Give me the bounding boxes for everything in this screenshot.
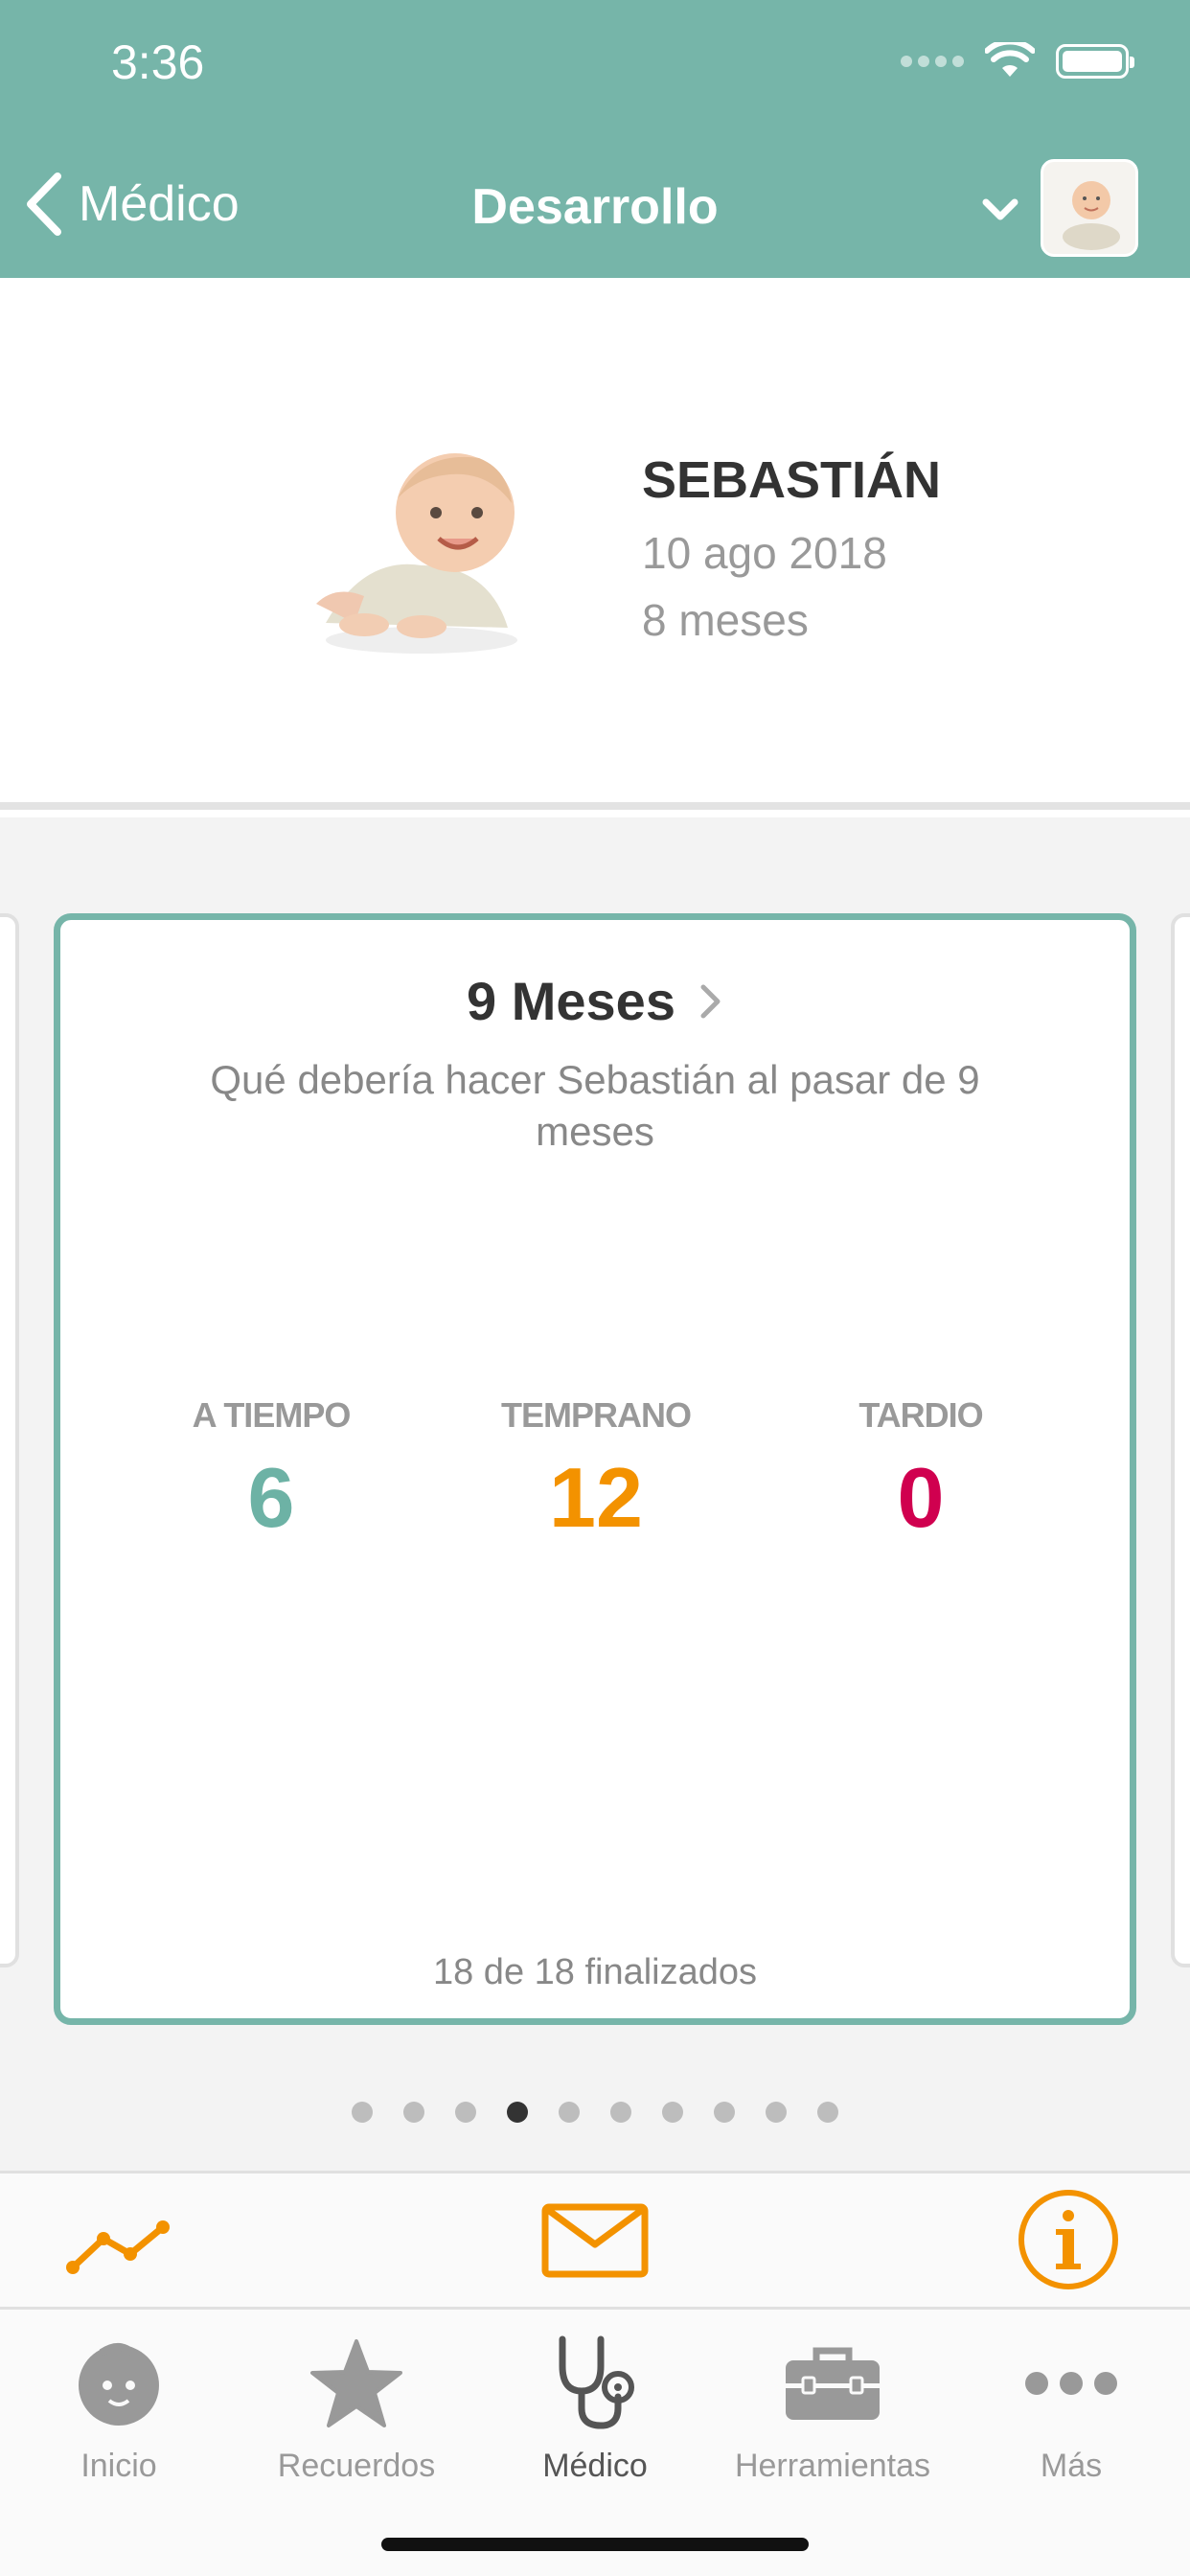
- tab-bar: Inicio Recuerdos Médico Herramientas Más: [0, 2310, 1190, 2576]
- signal-icon: [901, 56, 964, 67]
- tab-label: Inicio: [80, 2448, 157, 2484]
- child-profile: SEBASTIÁN 10 ago 2018 8 meses: [0, 278, 1190, 810]
- milestone-card[interactable]: 9 Meses Qué debería hacer Sebastián al p…: [54, 913, 1136, 2025]
- page-dot[interactable]: [403, 2102, 424, 2123]
- tab-label: Herramientas: [734, 2448, 931, 2484]
- stat-value: 6: [247, 1450, 295, 1545]
- child-avatar-button[interactable]: [1041, 159, 1138, 257]
- toolbox-icon: [786, 2347, 880, 2420]
- battery-icon: [1056, 44, 1134, 79]
- page-dot[interactable]: [662, 2102, 683, 2123]
- baby-photo: [316, 453, 517, 654]
- baby-face-icon: [79, 2343, 159, 2426]
- page-dot[interactable]: [610, 2102, 631, 2123]
- page-dot[interactable]: [352, 2102, 373, 2123]
- milestone-carousel[interactable]: 9 Meses Qué debería hacer Sebastián al p…: [0, 817, 1190, 2171]
- tab-mas[interactable]: Más: [952, 2331, 1190, 2485]
- tab-medico[interactable]: Médico: [476, 2331, 714, 2485]
- status-indicators: [901, 42, 1134, 80]
- tab-recuerdos[interactable]: Recuerdos: [238, 2331, 475, 2485]
- tab-label: Más: [1040, 2448, 1103, 2484]
- page-dot[interactable]: [559, 2102, 580, 2123]
- tab-label: Médico: [542, 2448, 648, 2484]
- stat-on-time: A TIEMPO 6: [127, 1395, 415, 1547]
- more-dots-icon: [1025, 2372, 1117, 2395]
- page-dot[interactable]: [507, 2102, 528, 2123]
- stat-value: 0: [897, 1450, 945, 1545]
- wifi-icon: [985, 42, 1035, 77]
- chevron-right-icon: [700, 984, 721, 1018]
- child-age: 8 meses: [642, 595, 809, 645]
- action-bar: [0, 2171, 1190, 2310]
- home-indicator[interactable]: [381, 2538, 809, 2551]
- tab-herramientas[interactable]: Herramientas: [714, 2331, 951, 2485]
- child-name: SEBASTIÁN: [642, 451, 942, 509]
- page-dot[interactable]: [817, 2102, 838, 2123]
- stat-late: TARDIO 0: [777, 1395, 1064, 1547]
- baby-avatar-image: [1043, 162, 1135, 254]
- development-screen: 3:36 Médico Desarrollo SEBASTIÁN 10 ago …: [0, 0, 1190, 2576]
- stat-label: A TIEMPO: [192, 1395, 352, 1435]
- card-subtitle: Qué debería hacer Sebastián al pasar de …: [210, 1057, 980, 1154]
- header: 3:36 Médico Desarrollo: [0, 0, 1190, 278]
- previous-card-peek[interactable]: [0, 913, 19, 1967]
- stethoscope-icon: [559, 2335, 634, 2429]
- stat-label: TARDIO: [858, 1395, 983, 1435]
- tab-inicio[interactable]: Inicio: [0, 2331, 238, 2485]
- stat-label: TEMPRANO: [501, 1395, 692, 1435]
- page-dot[interactable]: [455, 2102, 476, 2123]
- star-icon: [310, 2339, 402, 2427]
- completion-status: 18 de 18 finalizados: [432, 1952, 758, 1992]
- next-card-peek[interactable]: [1171, 913, 1190, 1967]
- card-title-link[interactable]: 9 Meses: [60, 970, 1130, 1032]
- page-dot[interactable]: [766, 2102, 787, 2123]
- mail-button[interactable]: [540, 2202, 650, 2286]
- status-time: 3:36: [111, 35, 205, 89]
- page-indicator[interactable]: [0, 2102, 1190, 2123]
- stat-early: TEMPRANO 12: [452, 1395, 740, 1547]
- chevron-down-icon[interactable]: [981, 197, 1019, 222]
- page-dot[interactable]: [714, 2102, 735, 2123]
- chart-button[interactable]: [63, 2202, 178, 2284]
- stat-value: 12: [549, 1450, 643, 1545]
- tab-label: Recuerdos: [277, 2448, 436, 2484]
- info-button[interactable]: [1016, 2187, 1121, 2297]
- mail-icon: [541, 2203, 649, 2278]
- birth-date: 10 ago 2018: [642, 528, 887, 578]
- info-icon: [1018, 2190, 1118, 2289]
- card-title: 9 Meses: [467, 971, 675, 1031]
- line-chart-icon: [66, 2220, 170, 2274]
